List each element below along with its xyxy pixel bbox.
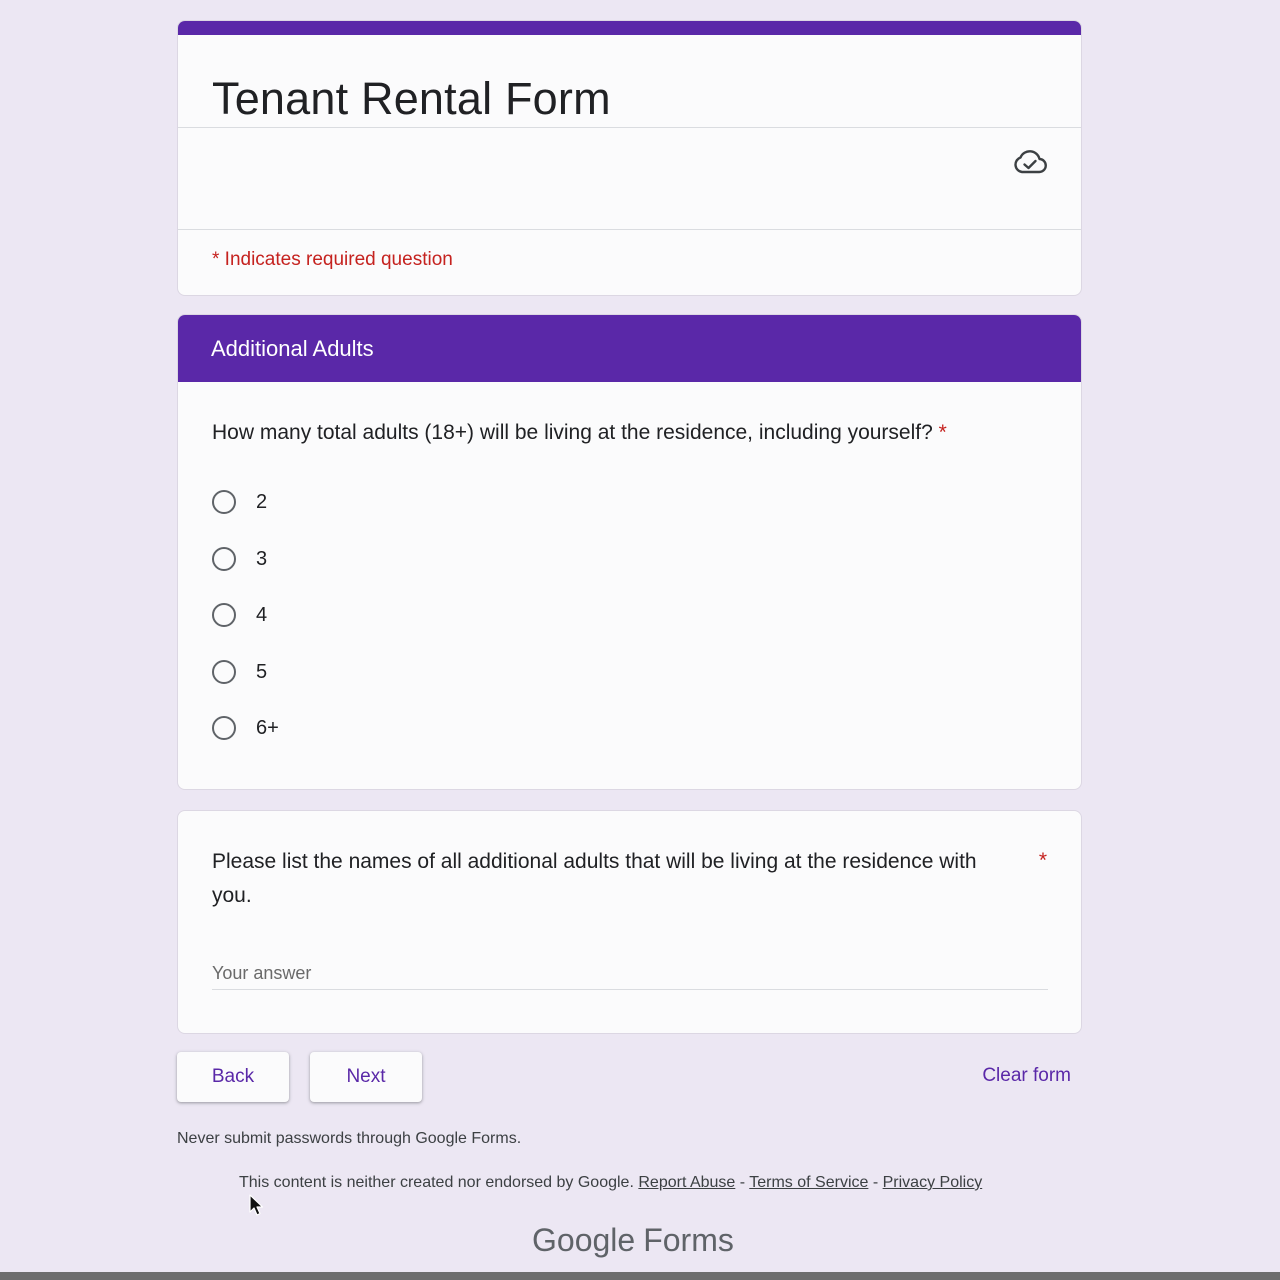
section-title: Additional Adults	[211, 336, 374, 361]
radio-button[interactable]	[212, 490, 236, 514]
back-button[interactable]: Back	[177, 1052, 289, 1102]
question-text: How many total adults (18+) will be livi…	[212, 421, 933, 444]
required-note: * Indicates required question	[212, 249, 453, 270]
radio-button[interactable]	[212, 660, 236, 684]
required-divider	[178, 229, 1081, 230]
form-title-card: Tenant Rental Form * Indicates required …	[177, 20, 1082, 296]
radio-option-2[interactable]: 2	[212, 487, 267, 517]
radio-option-label: 5	[256, 660, 268, 683]
title-accent-bar	[178, 21, 1081, 35]
logo-forms-text: Forms	[643, 1222, 734, 1258]
radio-option-3[interactable]: 3	[212, 544, 267, 574]
privacy-policy-link[interactable]: Privacy Policy	[883, 1174, 983, 1191]
answer-input[interactable]	[212, 957, 1048, 990]
footer-disclaimer: This content is neither created nor endo…	[239, 1174, 982, 1192]
radio-button[interactable]	[212, 716, 236, 740]
radio-option-label: 2	[256, 490, 268, 513]
report-abuse-link[interactable]: Report Abuse	[638, 1174, 735, 1191]
radio-option-label: 3	[256, 547, 268, 570]
section-card: Additional Adults How many total adults …	[177, 314, 1082, 790]
radio-option-label: 4	[256, 603, 268, 626]
radio-option-4[interactable]: 4	[212, 600, 267, 630]
radio-button[interactable]	[212, 547, 236, 571]
footer-separator: -	[872, 1174, 879, 1191]
google-forms-logo[interactable]: Google Forms	[532, 1222, 734, 1259]
question-card-adult-names: Please list the names of all additional …	[177, 810, 1082, 1034]
question-text: Please list the names of all additional …	[212, 850, 977, 907]
logo-google-text: Google	[532, 1222, 636, 1258]
radio-option-label: 6+	[256, 716, 279, 739]
form-title: Tenant Rental Form	[212, 73, 611, 124]
radio-option-6-plus[interactable]: 6+	[212, 713, 279, 743]
terms-of-service-link[interactable]: Terms of Service	[749, 1174, 868, 1191]
cloud-saved-icon[interactable]	[1013, 147, 1047, 177]
required-star: *	[1038, 849, 1047, 872]
title-divider	[178, 127, 1081, 128]
section-header: Additional Adults	[178, 315, 1081, 382]
password-warning: Never submit passwords through Google Fo…	[177, 1130, 522, 1147]
disclaimer-text: This content is neither created nor endo…	[239, 1174, 634, 1191]
window-bottom-edge	[0, 1272, 1280, 1280]
footer-separator: -	[739, 1174, 746, 1191]
mouse-cursor-icon	[249, 1194, 264, 1216]
next-button[interactable]: Next	[310, 1052, 422, 1102]
clear-form-button[interactable]: Clear form	[982, 1065, 1071, 1087]
radio-button[interactable]	[212, 603, 236, 627]
required-star: *	[938, 421, 947, 444]
question-adult-count: How many total adults (18+) will be livi…	[212, 421, 947, 445]
radio-option-5[interactable]: 5	[212, 657, 267, 687]
